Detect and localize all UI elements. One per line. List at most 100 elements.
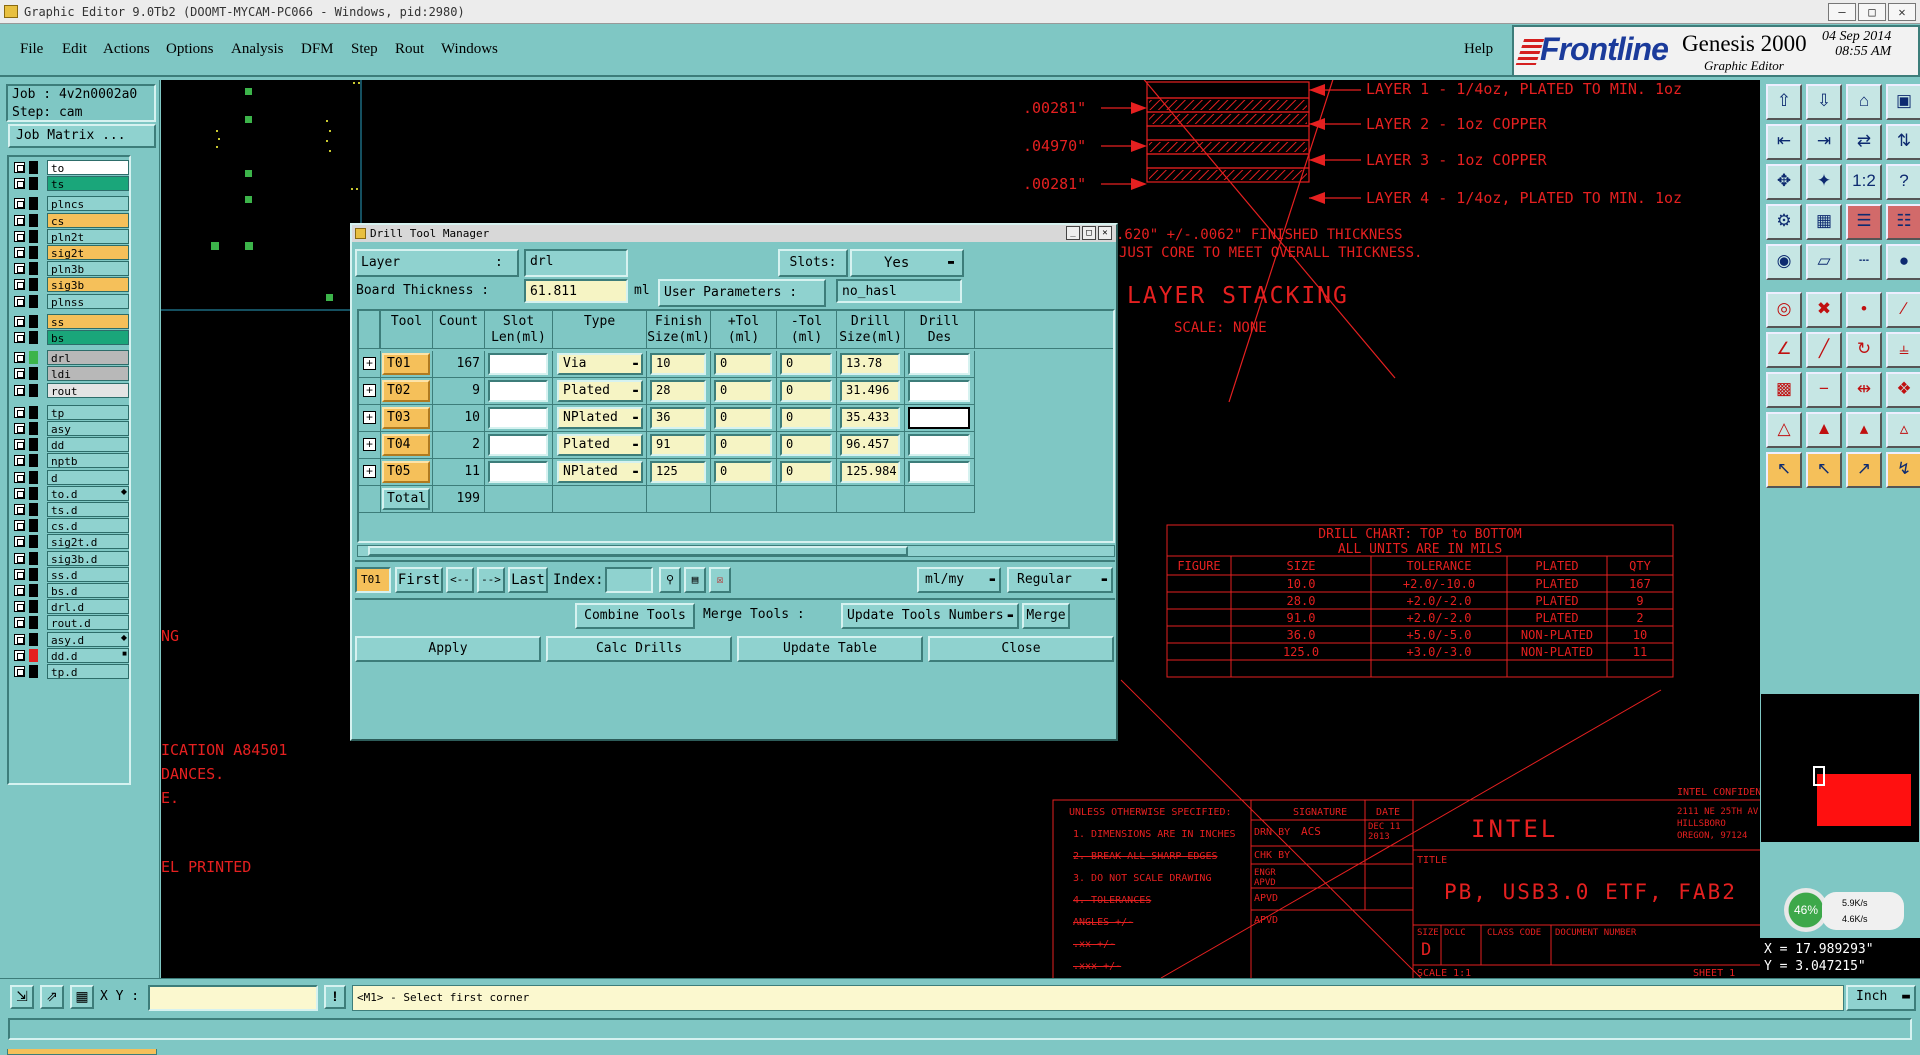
layer-row-to[interactable]: to xyxy=(9,159,133,176)
merge-button[interactable]: Merge xyxy=(1022,603,1070,629)
minimap[interactable] xyxy=(1760,693,1920,843)
layer-name[interactable]: tp xyxy=(47,404,129,420)
apply-button[interactable]: Apply xyxy=(355,636,541,662)
layer-checkbox[interactable] xyxy=(14,384,25,396)
last-button[interactable]: Last xyxy=(508,567,548,593)
scale-icon[interactable]: 1:2 xyxy=(1846,164,1882,200)
menu-actions[interactable]: Actions xyxy=(103,41,150,58)
layer-name[interactable]: sig3b xyxy=(47,277,129,293)
layer-checkbox[interactable] xyxy=(14,520,25,532)
move-down-icon[interactable]: ⇩ xyxy=(1806,84,1842,120)
menu-dfm[interactable]: DFM xyxy=(301,41,334,58)
layer-name[interactable]: tp.d xyxy=(47,664,129,679)
layer-checkbox[interactable] xyxy=(14,471,25,483)
help-icon[interactable]: ? xyxy=(1886,164,1920,200)
slash-icon[interactable]: ∕ xyxy=(1886,292,1920,328)
layer-checkbox[interactable] xyxy=(14,352,25,364)
layer-checkbox[interactable] xyxy=(14,178,25,190)
layer-field[interactable]: drl xyxy=(524,249,628,277)
layer-name[interactable]: sig3b.d xyxy=(47,550,129,566)
drill-des-field[interactable] xyxy=(908,407,970,429)
slot-len-field[interactable] xyxy=(488,434,548,456)
table-hscrollbar[interactable] xyxy=(357,545,1115,557)
save-icon[interactable]: ▤ xyxy=(684,567,706,593)
pointer-icon[interactable]: ↖ xyxy=(1766,452,1802,488)
dot-icon[interactable]: ● xyxy=(1886,244,1920,280)
expand-icon[interactable]: ✥ xyxy=(1766,164,1802,200)
user-parameters-field[interactable]: no_hasl xyxy=(836,279,962,303)
layer-checkbox[interactable] xyxy=(14,279,25,291)
select-icon[interactable]: ↖ xyxy=(1806,452,1842,488)
diagonal-icon[interactable]: ╱ xyxy=(1806,332,1842,368)
layer-checkbox[interactable] xyxy=(14,162,25,173)
layer-checkbox[interactable] xyxy=(14,368,25,380)
angle-icon[interactable]: ∠ xyxy=(1766,332,1802,368)
zoom-area-icon[interactable]: ⇲ xyxy=(10,985,34,1009)
layer-name[interactable]: sig2t xyxy=(47,245,129,260)
layers-icon[interactable]: ☷ xyxy=(1886,204,1920,240)
maximize-icon[interactable]: □ xyxy=(1858,3,1886,21)
drill-size-field[interactable]: 35.433 xyxy=(840,407,900,429)
layer-name[interactable]: rout xyxy=(47,382,129,398)
drill-size-field[interactable]: 13.78 xyxy=(840,353,900,375)
record-icon[interactable]: ◉ xyxy=(1766,244,1802,280)
expand-row-icon[interactable]: + xyxy=(363,411,376,424)
minus-icon[interactable]: − xyxy=(1806,372,1842,408)
plus-tol-field[interactable]: 0 xyxy=(714,434,772,456)
layer-row-dd[interactable]: dd xyxy=(9,436,133,453)
layer-checkbox[interactable] xyxy=(14,666,25,677)
layer-name[interactable]: sig2t.d xyxy=(47,534,129,550)
drill-des-field[interactable] xyxy=(908,461,970,483)
alert-icon[interactable]: ! xyxy=(324,985,346,1009)
layer-name[interactable]: drl xyxy=(47,350,129,366)
swap-icon[interactable]: ⇄ xyxy=(1846,124,1882,160)
menu-help[interactable]: Help xyxy=(1464,41,1493,58)
menu-edit[interactable]: Edit xyxy=(62,41,87,58)
first-button[interactable]: First xyxy=(395,567,443,593)
rotate-icon[interactable]: ↻ xyxy=(1846,332,1882,368)
layer-row-to-d[interactable]: to.d ◆ xyxy=(9,485,133,502)
layer-name[interactable]: ts.d xyxy=(47,502,129,517)
route-icon[interactable]: ↯ xyxy=(1886,452,1920,488)
layer-row-ss-d[interactable]: ss.d xyxy=(9,566,133,583)
command-line[interactable] xyxy=(8,1018,1912,1040)
flip-icon[interactable]: ⇅ xyxy=(1886,124,1920,160)
finish-size-field[interactable]: 28 xyxy=(650,380,706,402)
layer-row-pln2t[interactable]: pln2t xyxy=(9,228,133,245)
peak-icon[interactable]: ▲ xyxy=(1806,412,1842,448)
component-icon[interactable]: ❖ xyxy=(1886,372,1920,408)
plus-tol-field[interactable]: 0 xyxy=(714,380,772,402)
layer-name[interactable]: rout.d xyxy=(47,615,129,631)
close-window-icon[interactable]: ✕ xyxy=(1888,3,1916,21)
dialog-minimize-icon[interactable]: _ xyxy=(1066,226,1080,240)
home-icon[interactable]: ⌂ xyxy=(1846,84,1882,120)
finish-size-field[interactable]: 91 xyxy=(650,434,706,456)
layer-row-sig3b-d[interactable]: sig3b.d xyxy=(9,550,133,567)
layer-row-dd-d[interactable]: dd.d ■ xyxy=(9,647,133,664)
index-field[interactable] xyxy=(605,567,653,593)
drill-size-field[interactable]: 96.457 xyxy=(840,434,900,456)
layer-checkbox[interactable] xyxy=(14,230,25,242)
layer-row-sig2t[interactable]: sig2t xyxy=(9,244,133,261)
layer-row-asy[interactable]: asy xyxy=(9,420,133,437)
layer-row-ldi[interactable]: ldi xyxy=(9,365,133,382)
layer-checkbox[interactable] xyxy=(14,455,25,467)
parallelogram-icon[interactable]: ▱ xyxy=(1806,244,1842,280)
align-right-icon[interactable]: ⇥ xyxy=(1806,124,1842,160)
units-select[interactable]: ml/my ▬ xyxy=(917,567,1001,593)
board-thickness-field[interactable]: 61.811 xyxy=(524,279,628,303)
circle-icon[interactable]: ◎ xyxy=(1766,292,1802,328)
layer-checkbox[interactable] xyxy=(14,423,25,434)
minus-tol-field[interactable]: 0 xyxy=(780,380,832,402)
layer-row-asy-d[interactable]: asy.d ◆ xyxy=(9,631,133,648)
layer-checkbox[interactable] xyxy=(14,247,25,258)
layer-name[interactable]: ss xyxy=(47,313,129,329)
layer-name[interactable]: ts xyxy=(47,176,129,192)
layer-checkbox[interactable] xyxy=(14,633,25,645)
menu-windows[interactable]: Windows xyxy=(441,41,498,58)
layer-name[interactable]: d xyxy=(47,469,129,485)
menu-options[interactable]: Options xyxy=(166,41,214,58)
layer-name[interactable]: pln2t xyxy=(47,228,129,244)
pattern-icon[interactable]: ▩ xyxy=(1766,372,1802,408)
menu-rout[interactable]: Rout xyxy=(395,41,424,58)
